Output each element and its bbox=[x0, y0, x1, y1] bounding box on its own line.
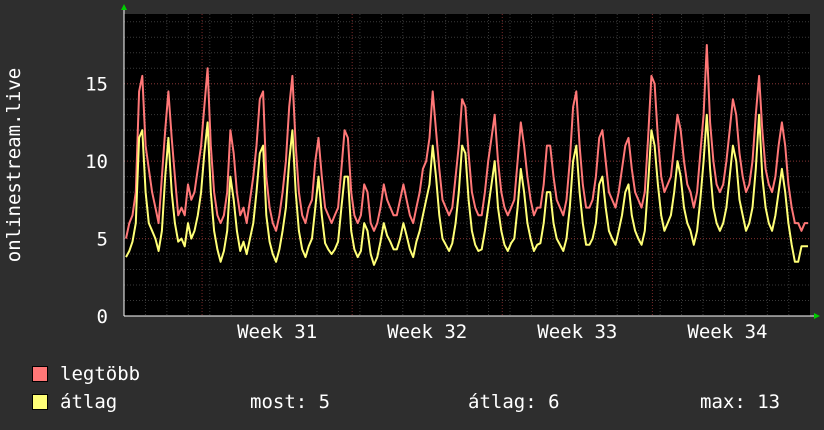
legend-item-avg: átlag most: 5 átlag: 6 max: 13 bbox=[30, 391, 810, 413]
legend-label-avg: átlag bbox=[60, 391, 118, 413]
legend-swatch-avg bbox=[32, 394, 48, 410]
y-tick-label: 5 bbox=[97, 229, 108, 251]
y-axis-label: onlinestream.live bbox=[3, 68, 25, 262]
stat-avg: átlag: 6 bbox=[468, 391, 560, 413]
x-axis-arrow bbox=[814, 313, 820, 319]
x-tick-label: Week 32 bbox=[387, 321, 467, 343]
x-tick-label: Week 31 bbox=[237, 321, 317, 343]
legend-swatch-max bbox=[32, 366, 48, 382]
x-tick-label: Week 34 bbox=[687, 321, 767, 343]
legend-label-max: legtöbb bbox=[60, 363, 141, 385]
y-tick-label: 10 bbox=[85, 151, 108, 173]
y-tick-label: 0 bbox=[97, 306, 108, 328]
stat-now: most: 5 bbox=[250, 391, 331, 413]
y-tick-label: 15 bbox=[85, 74, 108, 96]
stat-max: max: 13 bbox=[700, 391, 781, 413]
y-axis-arrow bbox=[121, 4, 127, 10]
traffic-chart: 0 5 10 15 Week 31 Week 32 Week 33 Week 34 online… bbox=[3, 4, 820, 343]
x-tick-label: Week 33 bbox=[537, 321, 617, 343]
